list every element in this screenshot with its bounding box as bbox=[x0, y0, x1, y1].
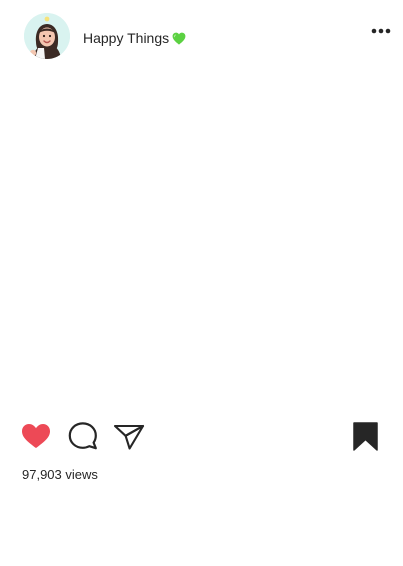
memoji-avatar-image bbox=[24, 13, 70, 59]
views-count[interactable]: 97,903 views bbox=[22, 467, 98, 483]
action-bar bbox=[0, 418, 403, 458]
comment-icon bbox=[68, 422, 97, 450]
bookmark-icon bbox=[353, 422, 378, 451]
post-header: Happy Things bbox=[0, 0, 403, 70]
avatar[interactable] bbox=[24, 13, 70, 59]
green-heart-icon bbox=[172, 31, 186, 49]
comment-button[interactable] bbox=[66, 418, 100, 454]
post-media[interactable] bbox=[0, 70, 403, 410]
like-button[interactable] bbox=[19, 418, 53, 454]
account-name-text: Happy Things bbox=[83, 30, 170, 46]
send-icon bbox=[113, 424, 145, 450]
heart-icon bbox=[22, 424, 50, 448]
more-options-icon bbox=[371, 28, 391, 34]
save-button[interactable] bbox=[349, 418, 383, 454]
share-button[interactable] bbox=[112, 418, 146, 454]
views-label: views bbox=[65, 467, 98, 482]
account-name[interactable]: Happy Things bbox=[83, 29, 186, 49]
more-options-button[interactable] bbox=[366, 21, 396, 41]
views-number: 97,903 bbox=[22, 467, 62, 482]
